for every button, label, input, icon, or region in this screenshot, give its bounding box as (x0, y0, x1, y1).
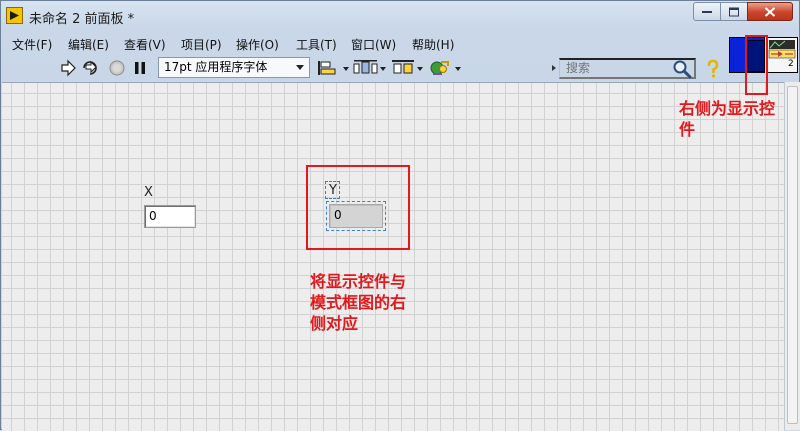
dropdown-arrow-icon (343, 67, 349, 71)
scrollbar-thumb[interactable] (787, 86, 798, 424)
menu-window[interactable]: 窗口(W) (351, 36, 396, 53)
vi-icon-number: 2 (788, 59, 794, 69)
resize-objects-icon (392, 60, 414, 74)
distribute-objects-button[interactable] (353, 58, 387, 78)
help-icon[interactable] (703, 59, 723, 79)
vi-icon[interactable]: 2 (766, 37, 798, 73)
font-select-dropdown[interactable]: 17pt 应用程序字体 (158, 57, 310, 78)
align-objects-button[interactable] (316, 58, 350, 78)
dropdown-arrow-icon (417, 67, 423, 71)
maximize-button[interactable] (720, 2, 748, 21)
distribute-objects-icon (353, 60, 378, 74)
maximize-icon (729, 7, 739, 16)
font-select-value: 17pt 应用程序字体 (164, 60, 268, 74)
highlight-indicator-box (306, 165, 410, 250)
chevron-down-icon (296, 65, 304, 70)
labview-app-icon (6, 7, 23, 24)
dropdown-arrow-icon (380, 67, 386, 71)
highlight-connector-box (745, 35, 768, 95)
annotation-match-connector: 将显示控件与 模式框图的右 侧对应 (310, 272, 407, 333)
abort-icon[interactable] (107, 58, 127, 78)
vertical-scrollbar[interactable] (784, 82, 800, 430)
close-button[interactable] (747, 2, 793, 21)
run-arrow-icon[interactable] (58, 58, 78, 78)
menu-project[interactable]: 项目(P) (181, 36, 222, 53)
menu-view[interactable]: 查看(V) (124, 36, 166, 53)
pause-icon[interactable] (130, 58, 150, 78)
menu-operate[interactable]: 操作(O) (236, 36, 279, 53)
align-objects-icon (318, 61, 336, 75)
close-icon (764, 6, 776, 17)
control-x-label: X (144, 185, 153, 200)
toolbar-overflow-icon[interactable] (552, 65, 556, 71)
menu-file[interactable]: 文件(F) (12, 36, 52, 53)
search-icon[interactable] (672, 59, 692, 79)
minimize-button[interactable] (693, 2, 721, 21)
run-continuously-icon[interactable] (80, 58, 100, 78)
title-bar: 未命名 2 前面板 * (1, 1, 799, 31)
minimize-icon (702, 10, 712, 13)
annotation-right-side-indicator: 右侧为显示控 件 (679, 99, 776, 139)
front-panel-canvas[interactable] (2, 82, 784, 431)
menu-bar: 文件(F) 编辑(E) 查看(V) 项目(P) 操作(O) 工具(T) 窗口(W… (2, 32, 728, 54)
menu-help[interactable]: 帮助(H) (412, 36, 454, 53)
menu-edit[interactable]: 编辑(E) (68, 36, 109, 53)
window-title: 未命名 2 前面板 * (29, 12, 135, 27)
reorder-button[interactable] (428, 58, 462, 78)
labview-front-panel-window: 未命名 2 前面板 * 文件(F) 编辑(E) 查看(V) 项目(P) 操作(O… (0, 0, 800, 431)
dropdown-arrow-icon (455, 67, 461, 71)
control-x-value: 0 (149, 209, 157, 223)
menu-tools[interactable]: 工具(T) (296, 36, 337, 53)
numeric-control-x[interactable]: 0 (144, 205, 196, 228)
reorder-icon (430, 61, 449, 75)
resize-objects-button[interactable] (390, 58, 424, 78)
